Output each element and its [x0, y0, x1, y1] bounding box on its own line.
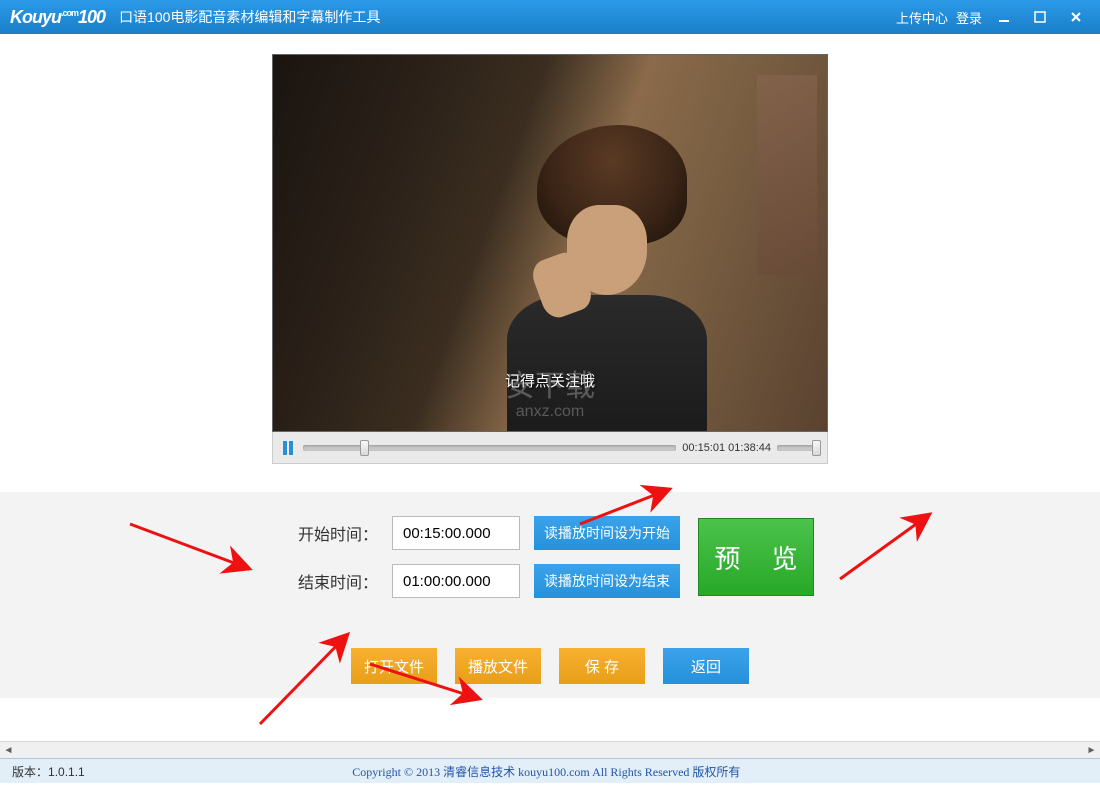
end-time-label: 结束时间： — [286, 569, 378, 593]
close-button[interactable] — [1062, 7, 1090, 27]
maximize-button[interactable] — [1026, 7, 1054, 27]
seek-thumb[interactable] — [360, 440, 369, 456]
set-start-button[interactable]: 读播放时间设为开始 — [534, 516, 680, 550]
play-file-button[interactable]: 播放文件 — [455, 648, 541, 684]
copyright-text: Copyright © 2013 清睿信息技术 kouyu100.com All… — [352, 763, 740, 780]
time-display: 00:15:01 01:38:44 — [682, 442, 771, 454]
app-title: 口语100电影配音素材编辑和字幕制作工具 — [119, 7, 380, 27]
upload-center-link[interactable]: 上传中心 — [896, 8, 948, 27]
scroll-left-icon[interactable]: ◄ — [0, 742, 17, 759]
start-time-label: 开始时间： — [286, 521, 378, 545]
status-bar: 版本：1.0.1.1 Copyright © 2013 清睿信息技术 kouyu… — [0, 758, 1100, 783]
preview-button[interactable]: 预 览 — [698, 518, 814, 596]
version-label: 版本：1.0.1.1 — [12, 763, 85, 780]
action-buttons: 打开文件 播放文件 保 存 返回 — [0, 648, 1100, 684]
open-file-button[interactable]: 打开文件 — [351, 648, 437, 684]
return-button[interactable]: 返回 — [663, 648, 749, 684]
title-bar: Kouyu.com100 口语100电影配音素材编辑和字幕制作工具 上传中心 登… — [0, 0, 1100, 34]
save-button[interactable]: 保 存 — [559, 648, 645, 684]
set-end-button[interactable]: 读播放时间设为结束 — [534, 564, 680, 598]
video-subtitle: 记得点关注哦 — [505, 370, 595, 391]
minimize-button[interactable] — [990, 7, 1018, 27]
video-panel: 记得点关注哦 安下载 anxz.com 00:15:01 01:38:44 — [272, 54, 828, 464]
login-link[interactable]: 登录 — [956, 8, 982, 27]
pause-button[interactable] — [279, 439, 297, 457]
app-logo: Kouyu.com100 — [10, 7, 105, 28]
volume-thumb[interactable] — [812, 440, 821, 456]
player-controls: 00:15:01 01:38:44 — [272, 432, 828, 464]
horizontal-scrollbar[interactable]: ◄ ► — [0, 741, 1100, 758]
main-content: 记得点关注哦 安下载 anxz.com 00:15:01 01:38:44 — [0, 34, 1100, 758]
volume-slider[interactable] — [777, 445, 821, 451]
start-time-input[interactable] — [392, 516, 520, 550]
video-display[interactable]: 记得点关注哦 安下载 anxz.com — [272, 54, 828, 432]
seek-slider[interactable] — [303, 445, 676, 451]
end-time-input[interactable] — [392, 564, 520, 598]
scroll-right-icon[interactable]: ► — [1083, 742, 1100, 759]
time-edit-panel: 开始时间： 读播放时间设为开始 结束时间： 读播放时间设为结束 预 览 打开文件… — [0, 492, 1100, 698]
